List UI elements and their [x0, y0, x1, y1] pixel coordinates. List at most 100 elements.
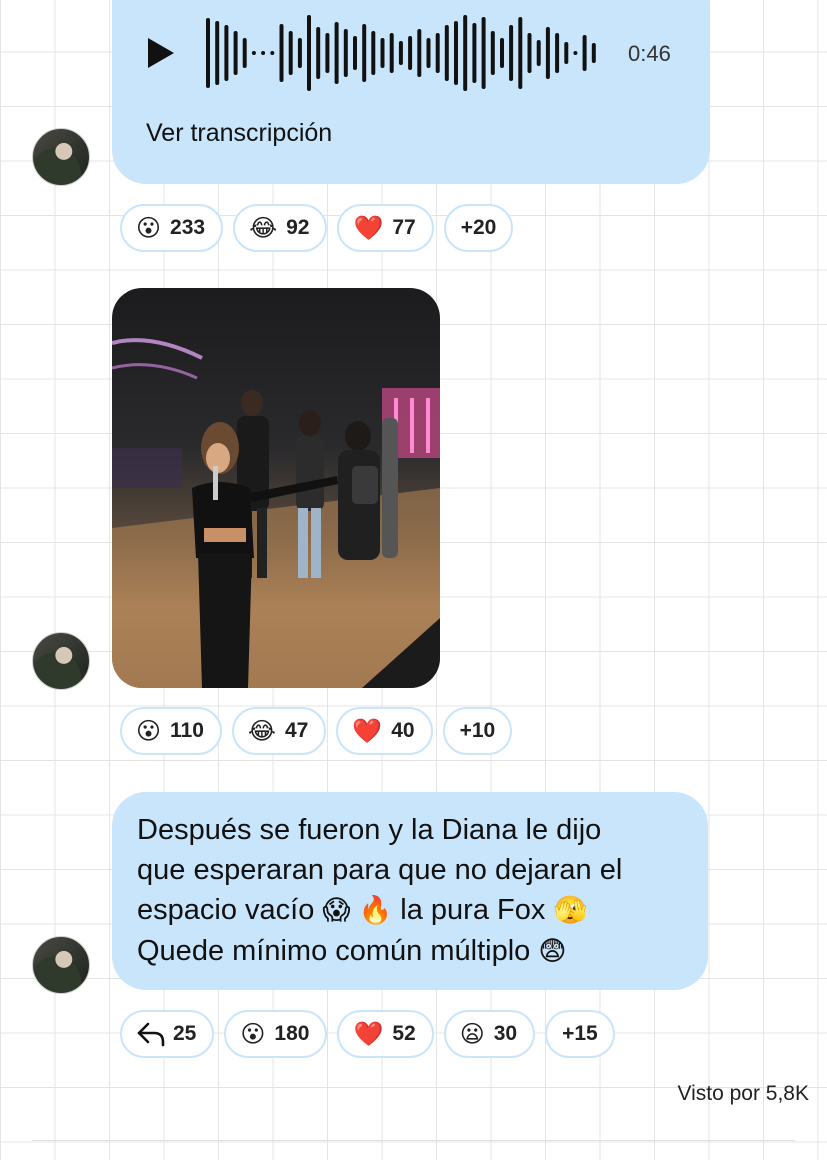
reaction-pill[interactable]: 😮 233 — [120, 204, 224, 252]
waveform-bar — [582, 35, 587, 71]
reaction-count: 52 — [392, 1022, 416, 1045]
message-fragment: Quede mínimo común múltiplo — [137, 935, 531, 967]
replies-pill[interactable]: 25 — [120, 1010, 215, 1058]
heart-emoji-icon: ❤️ — [353, 214, 384, 242]
reaction-count: 40 — [391, 719, 415, 742]
waveform-bar — [527, 33, 532, 73]
waveform-bar — [417, 29, 422, 77]
waveform-bar — [545, 27, 550, 79]
reaction-count: 77 — [392, 216, 416, 239]
waveform-bar — [472, 23, 477, 83]
waveform-bar — [481, 17, 486, 89]
laughing-emoji-icon: 😂 — [247, 717, 276, 745]
waveform-bar — [573, 51, 578, 55]
waveform-bar — [444, 25, 449, 81]
waveform-bar — [490, 31, 495, 75]
reaction-pill[interactable]: ❤️ 40 — [336, 707, 433, 755]
reaction-pill[interactable]: 😮 180 — [224, 1010, 328, 1058]
reaction-pill[interactable]: ❤️ 77 — [337, 204, 434, 252]
text-reactions: 25 😮 180 ❤️ 52 😦 30 +15 — [120, 1010, 615, 1058]
message-fragment: espacio vacío — [137, 894, 315, 926]
message-line: espacio vacío 😱 🔥 la pura Fox 🫣 — [137, 890, 697, 931]
audio-duration: 0:46 — [628, 41, 671, 66]
avatar[interactable] — [32, 128, 90, 186]
reaction-count: 110 — [170, 719, 204, 742]
waveform-bar — [215, 21, 220, 85]
avatar[interactable] — [32, 936, 90, 994]
waveform-bar — [288, 31, 293, 75]
waveform-bar — [316, 27, 321, 79]
reaction-count: 92 — [286, 216, 310, 239]
fearful-emoji-icon: 😨 — [538, 936, 567, 967]
reaction-pill[interactable]: 😦 30 — [443, 1010, 536, 1058]
frowning-emoji-icon: 😦 — [459, 1020, 485, 1048]
audio-waveform[interactable] — [206, 13, 601, 93]
more-reactions-button[interactable]: +10 — [442, 707, 513, 755]
seen-by-count[interactable]: Visto por 5,8K — [677, 1082, 809, 1106]
more-reactions-button[interactable]: +15 — [545, 1010, 615, 1058]
waveform-bar — [591, 43, 596, 63]
waveform-bar — [536, 40, 541, 66]
waveform-bar — [408, 36, 413, 70]
waveform-bar — [343, 29, 348, 77]
peeking-emoji-icon: 🫣 — [553, 895, 588, 926]
more-reactions-button[interactable]: +20 — [443, 204, 514, 252]
waveform-bar — [435, 33, 440, 73]
fire-emoji-icon: 🔥 — [358, 895, 393, 926]
waveform-bar — [518, 17, 523, 89]
waveform-bar — [389, 33, 394, 73]
waveform-bar — [463, 15, 468, 91]
message-line: Después se fueron y la Diana le dijo — [137, 814, 602, 846]
video-thumbnail-scene — [112, 338, 440, 688]
reaction-count: 47 — [284, 719, 309, 742]
waveform-bar — [325, 33, 330, 73]
waveform-bar — [297, 38, 302, 68]
laughing-emoji-icon: 😂 — [249, 214, 278, 242]
waveform-bar — [334, 22, 339, 84]
waveform-bar — [426, 38, 431, 68]
reaction-count: 180 — [274, 1022, 310, 1045]
message-line: Quede mínimo común múltiplo 😨 — [137, 931, 697, 972]
waveform-bar — [398, 41, 403, 65]
reply-arrow-icon — [137, 1022, 165, 1047]
waveform-bar — [206, 18, 210, 88]
waveform-bar — [251, 51, 256, 55]
photo-reactions: 😮 110 😂 47 ❤️ 40 +10 — [120, 707, 513, 755]
waveform-bar — [564, 42, 569, 64]
waveform-bar — [380, 38, 385, 68]
heart-emoji-icon: ❤️ — [353, 1020, 384, 1048]
divider — [32, 1140, 795, 1141]
waveform-bar — [555, 33, 560, 73]
surprised-emoji-icon: 😮 — [240, 1020, 266, 1048]
surprised-emoji-icon: 😮 — [136, 214, 162, 242]
view-transcript-link[interactable]: Ver transcripción — [146, 119, 332, 148]
waveform-bar — [454, 21, 458, 85]
waveform-bar — [362, 24, 367, 82]
reaction-pill[interactable]: 😮 110 — [120, 707, 222, 755]
avatar[interactable] — [32, 632, 90, 690]
waveform-bar — [279, 24, 284, 82]
reply-count: 25 — [173, 1022, 197, 1045]
waveform-bar — [224, 25, 229, 81]
waveform-bar — [500, 38, 504, 68]
heart-emoji-icon: ❤️ — [352, 717, 383, 745]
surprised-emoji-icon: 😮 — [136, 717, 162, 745]
waveform-bar — [353, 36, 357, 70]
waveform-bar — [233, 31, 238, 75]
waveform-bar — [509, 25, 514, 81]
play-icon[interactable] — [148, 38, 174, 68]
message-text: Después se fueron y la Diana le dijo que… — [137, 810, 697, 972]
reaction-pill[interactable]: 😂 92 — [233, 204, 328, 252]
waveform-bar — [307, 15, 311, 91]
reaction-count: 30 — [493, 1022, 518, 1045]
waveform-bar — [242, 38, 247, 68]
waveform-bar — [371, 31, 376, 75]
message-fragment: la pura Fox — [400, 894, 546, 926]
audio-reactions: 😮 233 😂 92 ❤️ 77 +20 — [120, 204, 514, 252]
waveform-bar — [261, 51, 266, 55]
video-thumbnail[interactable] — [112, 288, 440, 688]
screaming-emoji-icon: 😱 — [322, 895, 351, 926]
reaction-pill[interactable]: 😂 47 — [231, 707, 327, 755]
reaction-pill[interactable]: ❤️ 52 — [337, 1010, 434, 1058]
reaction-count: 233 — [170, 216, 206, 239]
